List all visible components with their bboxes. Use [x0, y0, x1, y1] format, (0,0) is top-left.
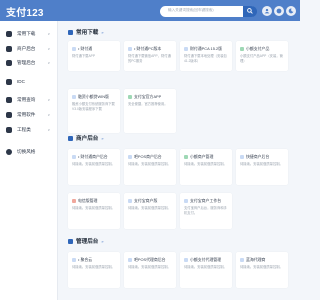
app-icon — [72, 155, 76, 159]
card[interactable]: 吧POS代理商后台 待接续。安装前做质量控制。 — [124, 252, 176, 288]
app-icon — [184, 47, 188, 51]
app-icon — [128, 47, 132, 51]
card[interactable]: 支付宝商户版 待接续。安装前做质量控制。 — [124, 193, 176, 229]
moon-icon[interactable] — [286, 6, 296, 16]
chevron-down-icon: ∨ — [47, 60, 50, 65]
app-icon — [184, 199, 188, 203]
store-icon — [6, 45, 12, 52]
theme-icon — [6, 148, 12, 155]
card[interactable]: 支付宝商户工作台 支付宝商户后台，服务商和手机支付。 — [180, 193, 232, 229]
chevron-right-icon[interactable]: » — [101, 30, 103, 35]
search-icon — [247, 8, 253, 14]
chevron-down-icon: ∨ — [47, 112, 50, 117]
user-icon[interactable] — [262, 6, 272, 16]
card[interactable]: • 财付通商户后台 待接续。安装前做质量控制。 — [68, 149, 120, 185]
app-icon — [128, 258, 132, 262]
app-icon — [240, 47, 244, 51]
app-icon — [72, 258, 76, 262]
app-icon — [72, 95, 76, 99]
card[interactable]: 小额支付代理管理 待接续。安装前做质量控制。 — [180, 252, 232, 288]
section-title-downloads: 常用下载 » — [68, 28, 104, 36]
card[interactable]: • 财付通PC版本 财付通下载微信APP，财付通的PC服务 — [124, 41, 176, 71]
card[interactable]: 小额商户管理 待接续。安装前做质量控制。 — [180, 149, 232, 185]
chevron-down-icon: ∨ — [47, 46, 50, 51]
sidebar-item-software[interactable]: 常用软件 ∨ — [6, 110, 56, 119]
card[interactable]: 小额支付产品 小额支付产品APP（安装，管理） — [236, 41, 288, 71]
chevron-right-icon[interactable]: » — [101, 136, 103, 141]
card[interactable]: 蓝海代理商 待接续。安装前做质量控制。 — [236, 252, 288, 288]
sidebar-item-label: 常用软件 — [17, 111, 36, 117]
app-icon — [184, 155, 188, 159]
sidebar-item-merchant[interactable]: 商户后台 ∨ — [6, 44, 56, 53]
app-icon — [240, 258, 244, 262]
section-title-merchant: 商户后台 » — [68, 134, 104, 142]
server-icon — [6, 78, 12, 85]
tag-icon — [68, 238, 73, 244]
card[interactable]: 吧POS商户后台 待接续。安装前做质量控制。 — [124, 149, 176, 185]
github-icon[interactable] — [274, 6, 284, 16]
sidebar-item-query[interactable]: 常用查询 ∨ — [6, 95, 56, 104]
tool-icon — [6, 126, 12, 133]
card[interactable]: 财付通PCA 15.2版 财付通下载本地处理（安装包41.2版本） — [180, 41, 232, 71]
app-icon — [72, 199, 76, 203]
app-icon — [240, 155, 244, 159]
tag-icon — [68, 29, 73, 35]
section-title-admin: 管理后台 » — [68, 237, 104, 245]
search-input[interactable]: 输入关键词搜索(回车键搜索) — [168, 8, 214, 13]
chevron-down-icon: ∨ — [47, 127, 50, 132]
sidebar-item-label: 常用下载 — [17, 30, 36, 36]
search-button[interactable] — [243, 6, 257, 17]
query-icon — [6, 96, 12, 103]
chevron-right-icon[interactable]: » — [101, 239, 103, 244]
sidebar-item-theme[interactable]: 切换风格 — [6, 147, 56, 156]
card[interactable]: • 聚合云 待接续。安装前做质量控制。 — [68, 252, 120, 288]
card[interactable]: • 财付通 财付通下载APP — [68, 41, 120, 71]
card[interactable]: 融资小额贷WIN版 融资小额支付系统服务商下载V3.0版安装程序下载 — [68, 89, 120, 133]
top-header: 支付123 输入关键词搜索(回车键搜索) — [0, 0, 300, 21]
sidebar: 常用下载 ∨ 商户后台 ∨ 管理后台 ∨ IDC 常用查询 ∨ 常用软件 ∨ 工… — [0, 21, 58, 300]
sidebar-item-label: 常用查询 — [17, 96, 36, 102]
chevron-down-icon: ∨ — [47, 31, 50, 36]
app-icon — [72, 47, 76, 51]
sidebar-item-idc[interactable]: IDC — [6, 77, 56, 86]
app-icon — [184, 258, 188, 262]
sidebar-item-downloads[interactable]: 常用下载 ∨ — [6, 29, 56, 38]
card[interactable]: 快捷商户后台 待接续。安装前做质量控制。 — [236, 149, 288, 185]
main-content: 常用下载 » • 财付通 财付通下载APP • 财付通PC版本 财付通下载微信A… — [58, 21, 300, 300]
app-icon — [128, 199, 132, 203]
download-icon — [6, 30, 12, 37]
sidebar-item-engineering[interactable]: 工程类 ∨ — [6, 125, 56, 134]
tag-icon — [68, 135, 73, 141]
app-icon — [128, 95, 132, 99]
chevron-down-icon: ∨ — [47, 97, 50, 102]
sidebar-item-label: 管理后台 — [17, 59, 36, 65]
sidebar-item-label: 工程类 — [17, 126, 31, 132]
admin-icon — [6, 59, 12, 66]
sidebar-item-admin[interactable]: 管理后台 ∨ — [6, 58, 56, 67]
sidebar-item-label: IDC — [17, 79, 25, 84]
card[interactable]: 支付宝官方APP 安全便捷，官方推荐使用。 — [124, 89, 176, 133]
site-logo[interactable]: 支付123 — [6, 4, 44, 19]
card[interactable]: 电信版管理 待接续。安装前做质量控制。 — [68, 193, 120, 229]
sidebar-item-label: 切换风格 — [17, 148, 36, 154]
software-icon — [6, 111, 12, 118]
sidebar-item-label: 商户后台 — [17, 45, 36, 51]
app-icon — [128, 155, 132, 159]
search-box[interactable]: 输入关键词搜索(回车键搜索) — [160, 6, 257, 17]
